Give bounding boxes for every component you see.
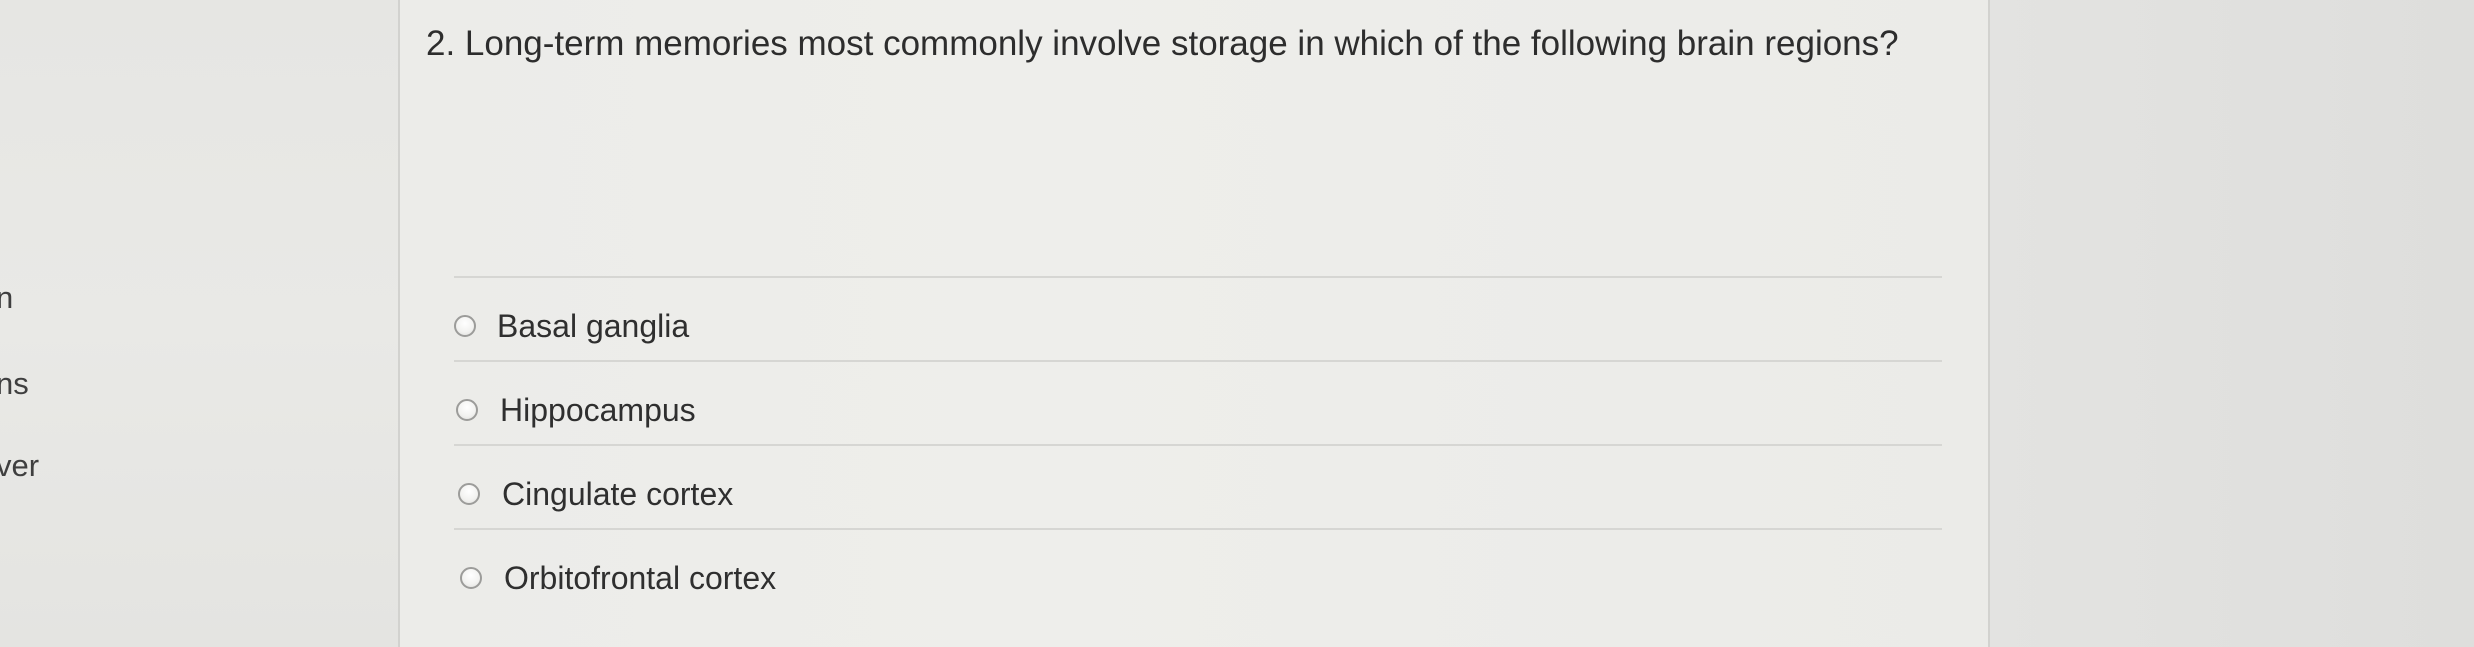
radio-button[interactable] bbox=[454, 315, 476, 337]
radio-button[interactable] bbox=[460, 567, 482, 589]
radio-button[interactable] bbox=[456, 399, 478, 421]
right-margin bbox=[1990, 0, 2474, 647]
answer-option-cingulate-cortex[interactable]: Cingulate cortex bbox=[454, 446, 1942, 530]
sidebar-fragment: n bbox=[0, 280, 14, 315]
option-label: Cingulate cortex bbox=[502, 476, 734, 512]
radio-button[interactable] bbox=[458, 483, 480, 505]
answer-options: Basal ganglia Hippocampus Cingulate cort… bbox=[454, 276, 1942, 612]
question-panel: 2. Long-term memories most commonly invo… bbox=[398, 0, 1990, 647]
sidebar-fragment: ver bbox=[0, 448, 40, 483]
option-label: Hippocampus bbox=[500, 392, 696, 428]
option-label: Basal ganglia bbox=[497, 308, 690, 344]
left-sidebar: n ns ver bbox=[0, 0, 398, 647]
question-text: 2. Long-term memories most commonly invo… bbox=[426, 24, 1899, 63]
option-label: Orbitofrontal cortex bbox=[504, 560, 777, 596]
answer-option-basal-ganglia[interactable]: Basal ganglia bbox=[454, 278, 1942, 362]
sidebar-fragment: ns bbox=[0, 366, 29, 401]
answer-option-orbitofrontal-cortex[interactable]: Orbitofrontal cortex bbox=[454, 530, 1942, 612]
answer-option-hippocampus[interactable]: Hippocampus bbox=[454, 362, 1942, 446]
